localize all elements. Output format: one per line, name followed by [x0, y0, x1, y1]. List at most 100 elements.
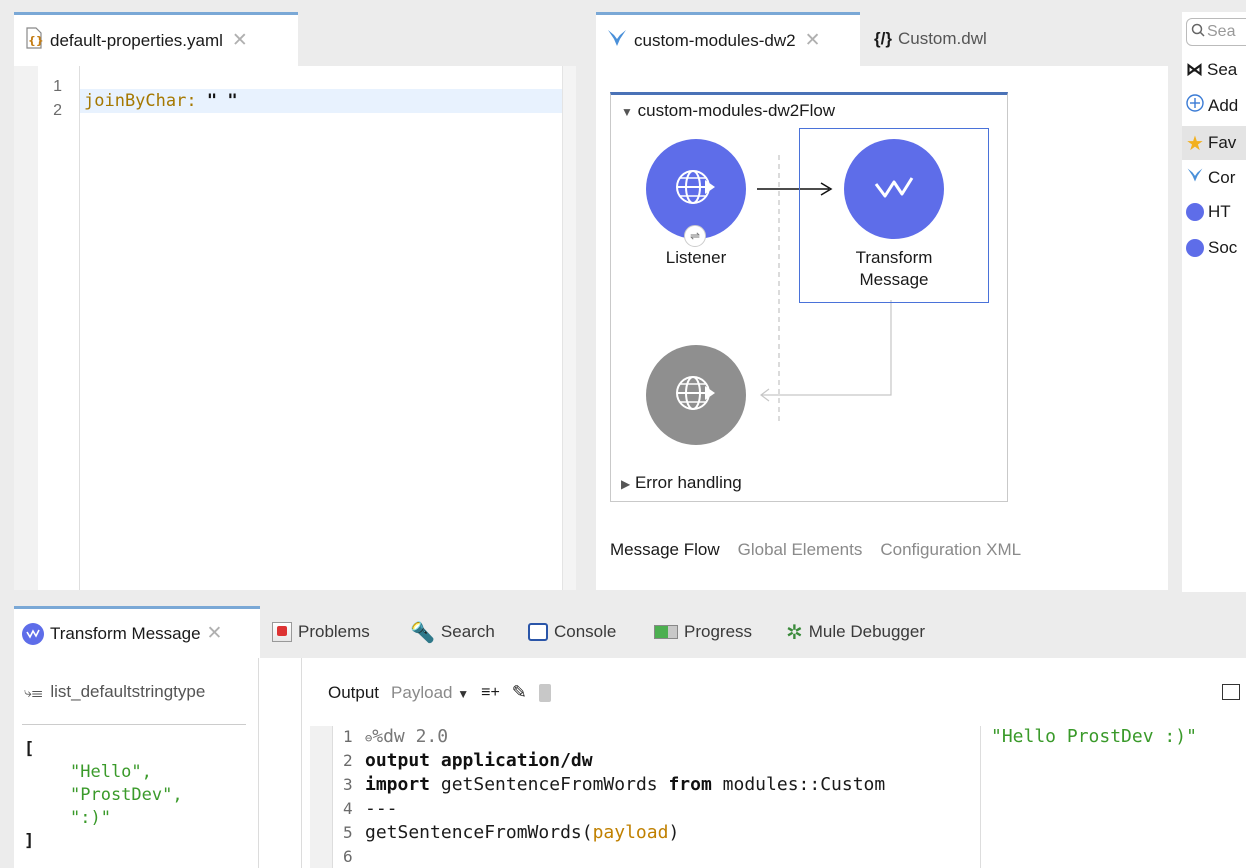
- globe-icon: [671, 162, 721, 217]
- payload-label: Payload: [391, 682, 453, 702]
- error-source-node[interactable]: [646, 345, 746, 445]
- dataweave-editor[interactable]: 1 ⊖%dw 2.0 2 output application/dw 3 import…: [332, 726, 978, 868]
- palette-item-label: Soc: [1208, 238, 1238, 257]
- tab-label: Progress: [684, 622, 753, 641]
- palette-item-http[interactable]: HT: [1186, 202, 1246, 222]
- palette-item-sockets[interactable]: Soc: [1186, 238, 1246, 258]
- line-number: 2: [343, 751, 353, 770]
- output-label: Output: [328, 682, 380, 702]
- listener-label: Listener: [665, 248, 727, 267]
- palette-item-favorites[interactable]: ★ Fav: [1182, 126, 1246, 160]
- http-module-icon: [1186, 203, 1204, 221]
- code-keyword: from: [668, 774, 712, 795]
- editor-gutter: [14, 66, 38, 590]
- preview-toggle-icon[interactable]: [1222, 684, 1240, 700]
- pencil-icon[interactable]: ✎: [512, 682, 527, 703]
- code-text: application/dw: [440, 750, 593, 771]
- palette-item-label: HT: [1208, 202, 1231, 221]
- mule-icon: [1186, 166, 1204, 189]
- close-icon[interactable]: ✕: [805, 29, 821, 52]
- input-panel: ⤷☰ list_defaultstringtype [ "Hello", "Pr…: [14, 658, 258, 868]
- tab-configuration-xml[interactable]: Configuration XML: [880, 540, 1021, 560]
- error-handling-row[interactable]: ▶ Error handling: [621, 473, 742, 493]
- transform-label: Transform Message: [834, 247, 954, 291]
- input-sample[interactable]: [ "Hello", "ProstDev", ":)" ]: [24, 738, 183, 853]
- code-text: modules::Custom: [722, 774, 886, 795]
- line-number: 5: [343, 823, 353, 842]
- output-preview: "Hello ProstDev :)": [980, 726, 1246, 868]
- problems-icon: [272, 622, 292, 642]
- json-line: ":)": [70, 808, 111, 828]
- tab-label: custom-modules-dw2: [634, 30, 796, 50]
- json-line: "ProstDev",: [70, 785, 183, 805]
- json-line: [: [24, 739, 35, 759]
- yaml-code[interactable]: joinByChar: " ": [84, 89, 238, 113]
- mapping-strip: [258, 658, 302, 868]
- caret-down-icon: ▼: [457, 686, 470, 701]
- tab-mule-debugger[interactable]: ✲ Mule Debugger: [786, 606, 925, 658]
- line-numbers: 1 2: [38, 66, 80, 590]
- sockets-module-icon: [1186, 239, 1204, 257]
- plus-circle-icon: [1186, 94, 1204, 117]
- search-placeholder: Sea: [1207, 23, 1236, 40]
- code-variable: payload: [592, 822, 669, 843]
- palette-item-label: Cor: [1208, 167, 1236, 187]
- input-type-row[interactable]: ⤷☰ list_defaultstringtype: [24, 682, 205, 702]
- line-number: 3: [343, 775, 353, 794]
- star-icon: ★: [1186, 132, 1204, 155]
- palette-item-label: Fav: [1207, 133, 1237, 152]
- trash-icon[interactable]: [538, 683, 551, 702]
- console-icon: [528, 623, 548, 641]
- add-target-icon[interactable]: ≡+: [481, 684, 500, 702]
- payload-dropdown[interactable]: Payload ▼: [391, 683, 469, 703]
- input-type-label: list_defaultstringtype: [50, 682, 206, 701]
- yaml-editor-pane: {} default-properties.yaml ✕ 1 2 joinByC…: [14, 12, 576, 590]
- flow-view-tabs: Message Flow Global Elements Configurati…: [610, 540, 1021, 560]
- transform-message-node[interactable]: [844, 139, 944, 239]
- tab-custom-modules-dw2[interactable]: custom-modules-dw2 ✕: [596, 12, 860, 66]
- tab-message-flow[interactable]: Message Flow: [610, 540, 720, 560]
- code-text: getSentenceFromWords: [440, 774, 658, 795]
- tab-global-elements[interactable]: Global Elements: [738, 540, 863, 560]
- svg-text:{}: {}: [28, 34, 44, 47]
- palette-item-add[interactable]: Add: [1186, 94, 1246, 117]
- tab-label: Problems: [298, 622, 370, 641]
- tab-label: Transform Message: [50, 623, 201, 643]
- preview-value: "Hello ProstDev :)": [991, 726, 1197, 747]
- palette-item-search[interactable]: ⋈ Sea: [1186, 60, 1246, 80]
- yaml-tabbar: {} default-properties.yaml ✕: [14, 12, 576, 66]
- line-number: 2: [53, 102, 62, 119]
- tab-progress[interactable]: Progress: [654, 606, 752, 658]
- code-gutter: [310, 726, 332, 868]
- listener-node[interactable]: [646, 139, 746, 239]
- flow-editor-pane: custom-modules-dw2 ✕ {/} Custom.dwl ▼ cu…: [596, 12, 1168, 590]
- close-icon[interactable]: ✕: [232, 29, 248, 52]
- tab-default-properties[interactable]: {} default-properties.yaml ✕: [14, 12, 298, 66]
- transform-label-line2: Message: [859, 270, 929, 289]
- close-icon[interactable]: ✕: [207, 622, 223, 645]
- mule-palette: Sea ⋈ Sea Add ★ Fav Cor HT Soc: [1182, 12, 1246, 592]
- dataweave-icon: [22, 622, 44, 645]
- yaml-key: joinByChar:: [84, 91, 197, 111]
- tab-transform-message[interactable]: Transform Message ✕: [14, 606, 260, 658]
- code-text: ): [668, 822, 680, 843]
- line-number: 6: [343, 847, 353, 866]
- vertical-scrollbar[interactable]: [562, 66, 576, 590]
- tab-custom-dwl[interactable]: {/} Custom.dwl: [864, 12, 997, 66]
- line-number: 1: [343, 727, 353, 746]
- progress-icon: [654, 625, 678, 639]
- tab-label: Search: [440, 622, 495, 641]
- code-text: ---: [365, 798, 398, 819]
- tree-icon: ⤷☰: [24, 683, 43, 700]
- code-text: getSentenceFromWords(: [365, 822, 593, 843]
- tab-search[interactable]: 🔦 Search: [410, 606, 495, 658]
- flow-container[interactable]: ▼ custom-modules-dw2Flow ⇌ Listener Tran…: [610, 92, 1008, 502]
- palette-item-core[interactable]: Cor: [1186, 166, 1246, 189]
- mule-icon: [606, 27, 628, 54]
- line-number: 4: [343, 799, 353, 818]
- code-keyword: output: [365, 750, 431, 771]
- transform-label-line1: Transform: [855, 248, 933, 267]
- palette-search-input[interactable]: Sea: [1186, 18, 1246, 46]
- tab-problems[interactable]: Problems: [272, 606, 370, 658]
- tab-console[interactable]: Console: [528, 606, 616, 658]
